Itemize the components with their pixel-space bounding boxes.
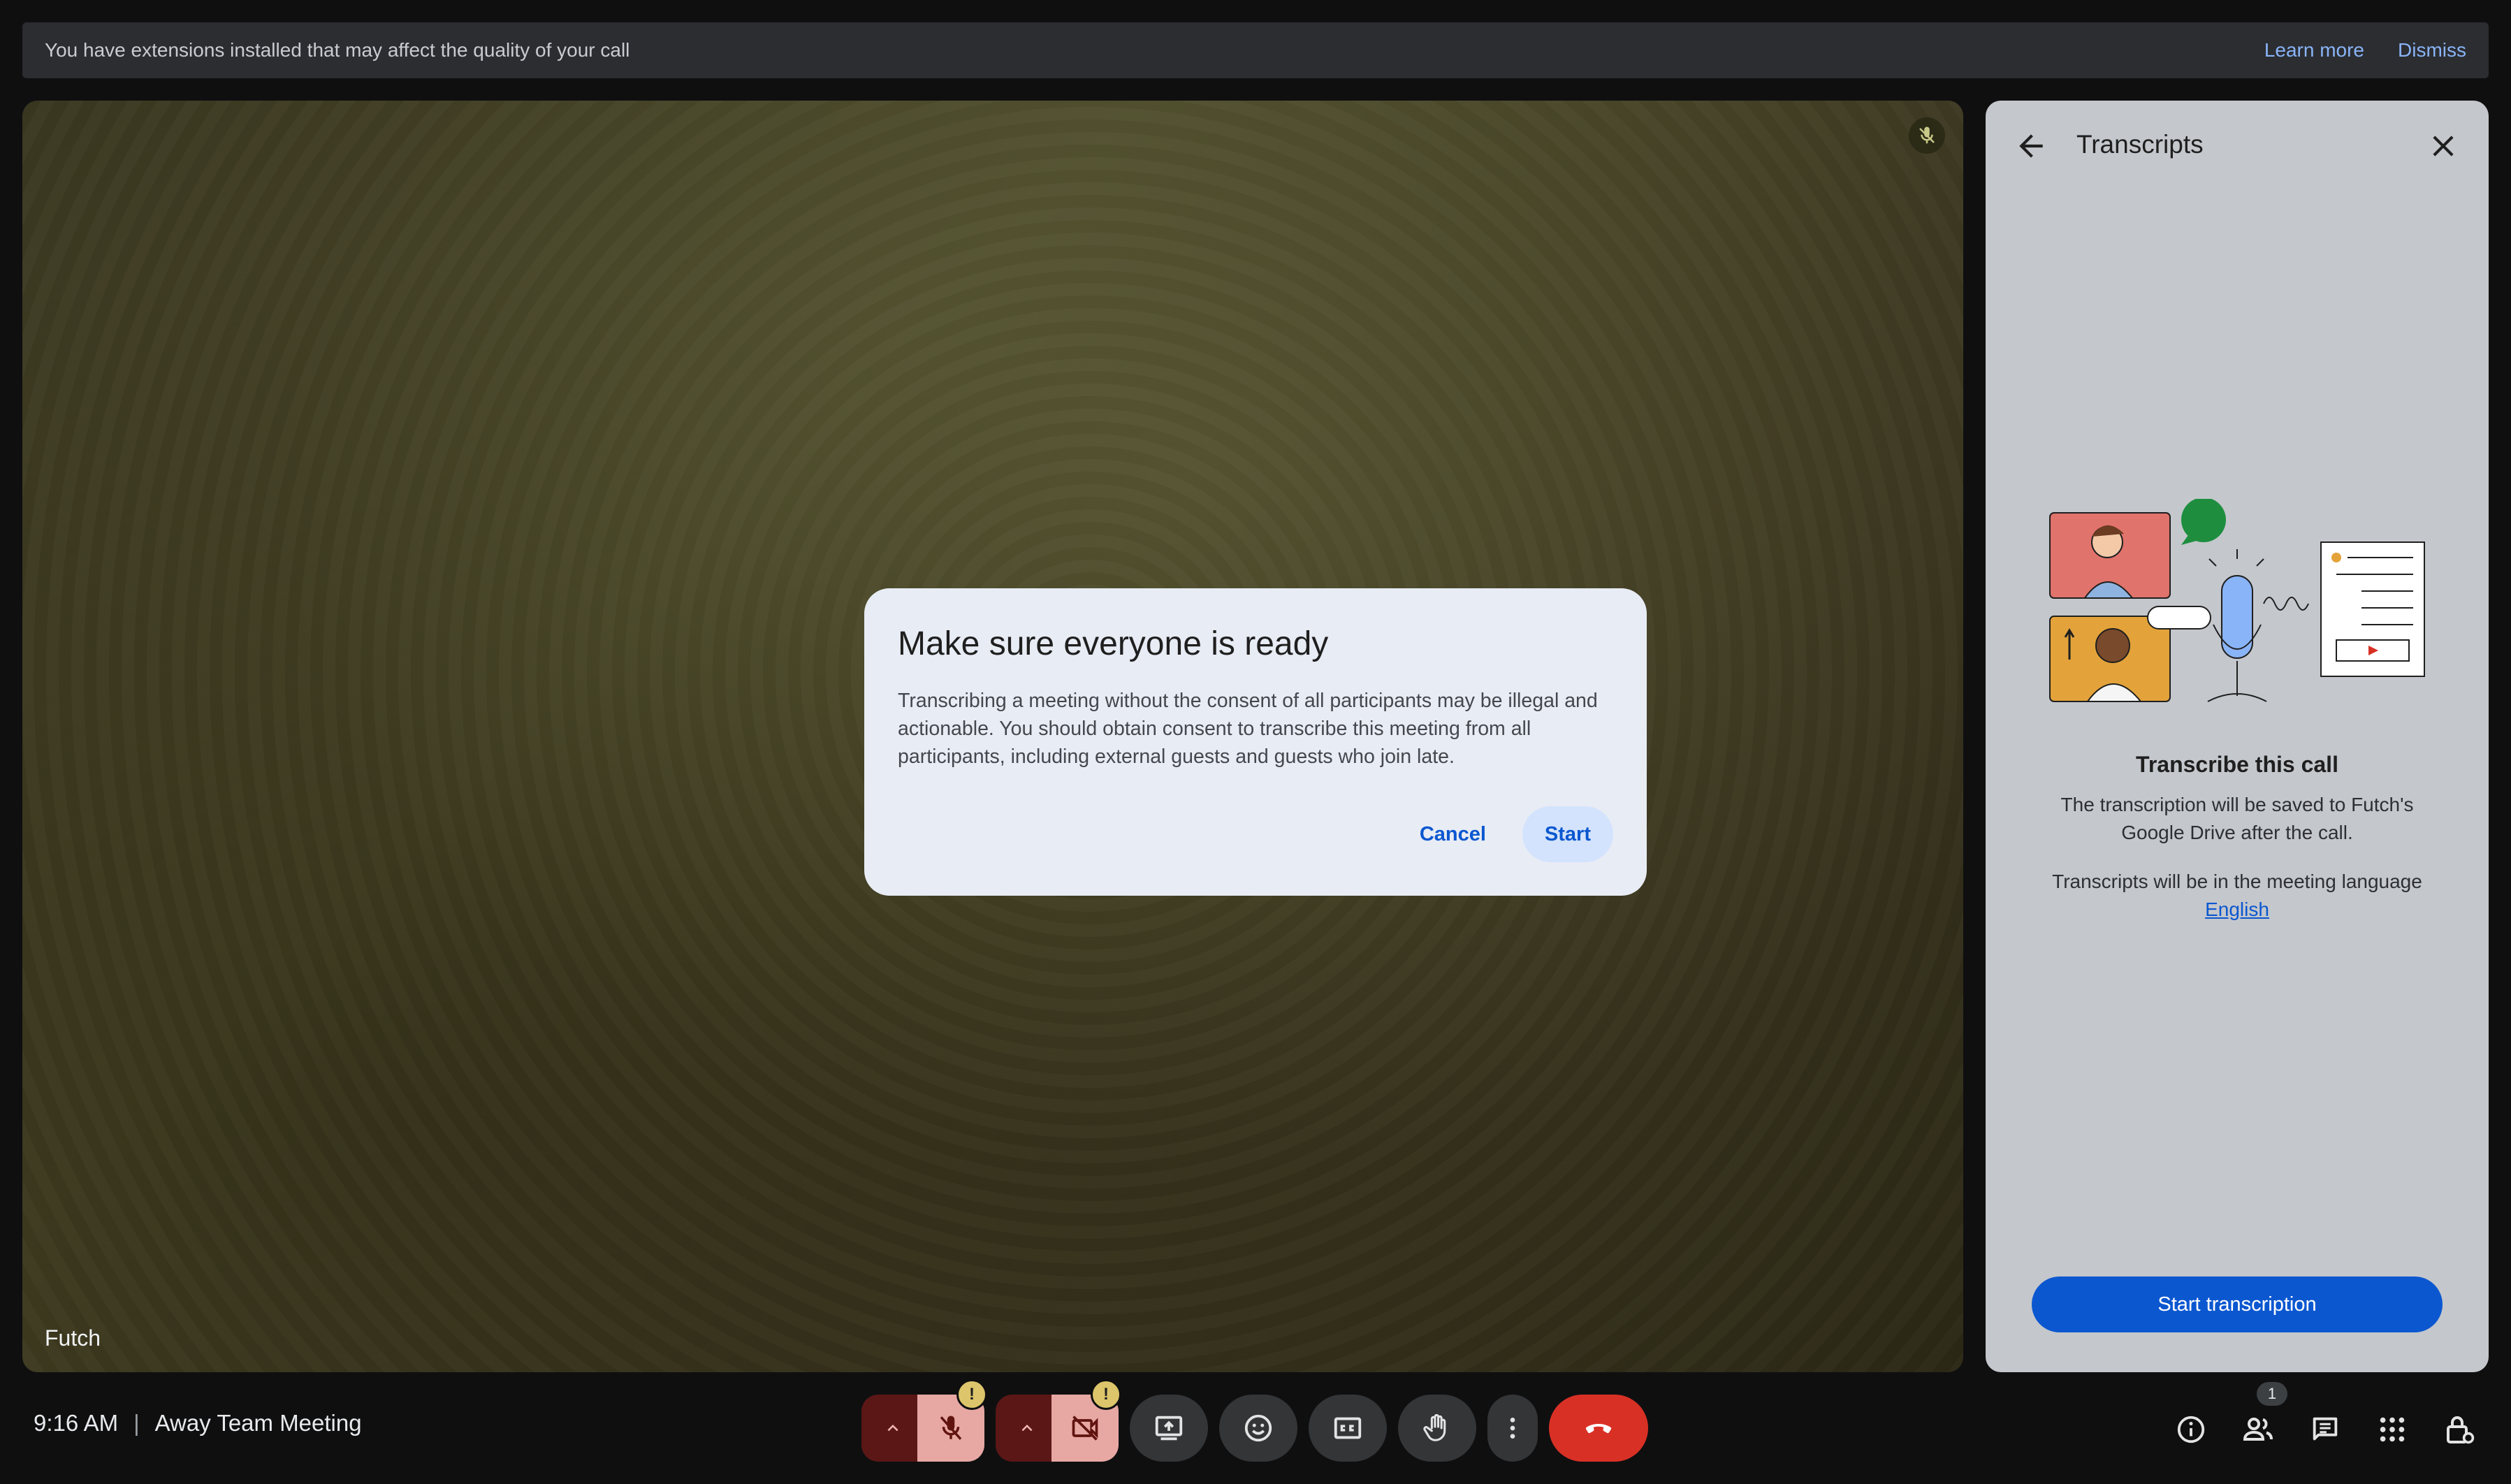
transcribe-illustration (2049, 499, 2425, 702)
people-count-badge: 1 (2257, 1382, 2287, 1406)
chevron-up-icon (887, 1425, 898, 1432)
activities-button[interactable] (2373, 1410, 2412, 1449)
language-text: Transcripts will be in the meeting langu… (2052, 871, 2422, 892)
muted-indicator-icon (1909, 117, 1945, 154)
dialog-actions: Cancel Start (1395, 806, 1613, 862)
raise-hand-icon (1423, 1413, 1446, 1441)
participant-name: Futch (45, 1325, 101, 1351)
meeting-info: 9:16 AM | Away Team Meeting (34, 1410, 362, 1436)
reactions-button[interactable] (1219, 1395, 1297, 1462)
camera-options-button[interactable] (996, 1395, 1058, 1462)
camera-off-icon (1072, 1416, 1098, 1441)
learn-more-link[interactable]: Learn more (2264, 39, 2364, 61)
camera-toggle-button[interactable]: ! (1051, 1379, 1121, 1462)
language-link[interactable]: English (2205, 899, 2269, 920)
meeting-name: Away Team Meeting (154, 1410, 362, 1436)
banner-message: You have extensions installed that may a… (45, 39, 630, 61)
start-transcription-button[interactable]: Start transcription (2032, 1276, 2443, 1332)
chat-button[interactable] (2306, 1410, 2345, 1449)
leave-call-button[interactable] (1549, 1395, 1648, 1462)
extensions-banner: You have extensions installed that may a… (22, 22, 2489, 78)
cancel-button[interactable]: Cancel (1395, 806, 1511, 862)
host-controls-button[interactable] (2440, 1410, 2479, 1449)
back-arrow-icon[interactable] (2014, 129, 2048, 163)
language-link-row: English (2028, 896, 2447, 924)
close-icon[interactable] (2426, 129, 2461, 163)
emoji-icon (1244, 1414, 1272, 1442)
panel-title: Transcripts (2076, 130, 2204, 159)
raise-hand-button[interactable] (1398, 1395, 1476, 1462)
chevron-up-icon (1021, 1425, 1033, 1432)
leave-call-icon (1585, 1424, 1612, 1434)
camera-warning-badge: ! (1091, 1379, 1121, 1410)
host-controls-icon (2447, 1416, 2475, 1444)
present-screen-icon (1155, 1416, 1183, 1441)
dismiss-link[interactable]: Dismiss (2398, 39, 2466, 61)
dialog-body: Transcribing a meeting without the conse… (898, 690, 1598, 768)
captions-button[interactable] (1309, 1395, 1387, 1462)
transcripts-panel: Transcripts Transcribe this call The tra… (1986, 101, 2489, 1372)
saved-to-drive-text: The transcription will be saved to Futch… (2060, 794, 2414, 843)
mic-options-button[interactable] (861, 1395, 924, 1462)
more-options-icon (1510, 1418, 1515, 1439)
people-button[interactable] (2239, 1410, 2278, 1449)
info-icon (2177, 1416, 2205, 1443)
activities-icon (2380, 1417, 2405, 1442)
meeting-details-button[interactable] (2171, 1410, 2211, 1449)
meeting-separator: | (133, 1410, 140, 1436)
present-button[interactable] (1130, 1395, 1208, 1462)
mic-off-icon (940, 1416, 962, 1440)
mic-toggle-button[interactable]: ! (917, 1379, 987, 1462)
captions-icon (1334, 1417, 1362, 1439)
consent-dialog: Make sure everyone is ready Transcribing… (864, 588, 1647, 896)
panel-heading: Transcribe this call (2136, 752, 2338, 777)
mic-warning-badge: ! (956, 1379, 987, 1410)
people-icon (2243, 1418, 2273, 1441)
meeting-time: 9:16 AM (34, 1410, 119, 1436)
chat-icon (2313, 1417, 2338, 1441)
start-button[interactable]: Start (1522, 806, 1613, 862)
more-options-button[interactable] (1487, 1395, 1538, 1462)
dialog-title: Make sure everyone is ready (898, 625, 1329, 662)
